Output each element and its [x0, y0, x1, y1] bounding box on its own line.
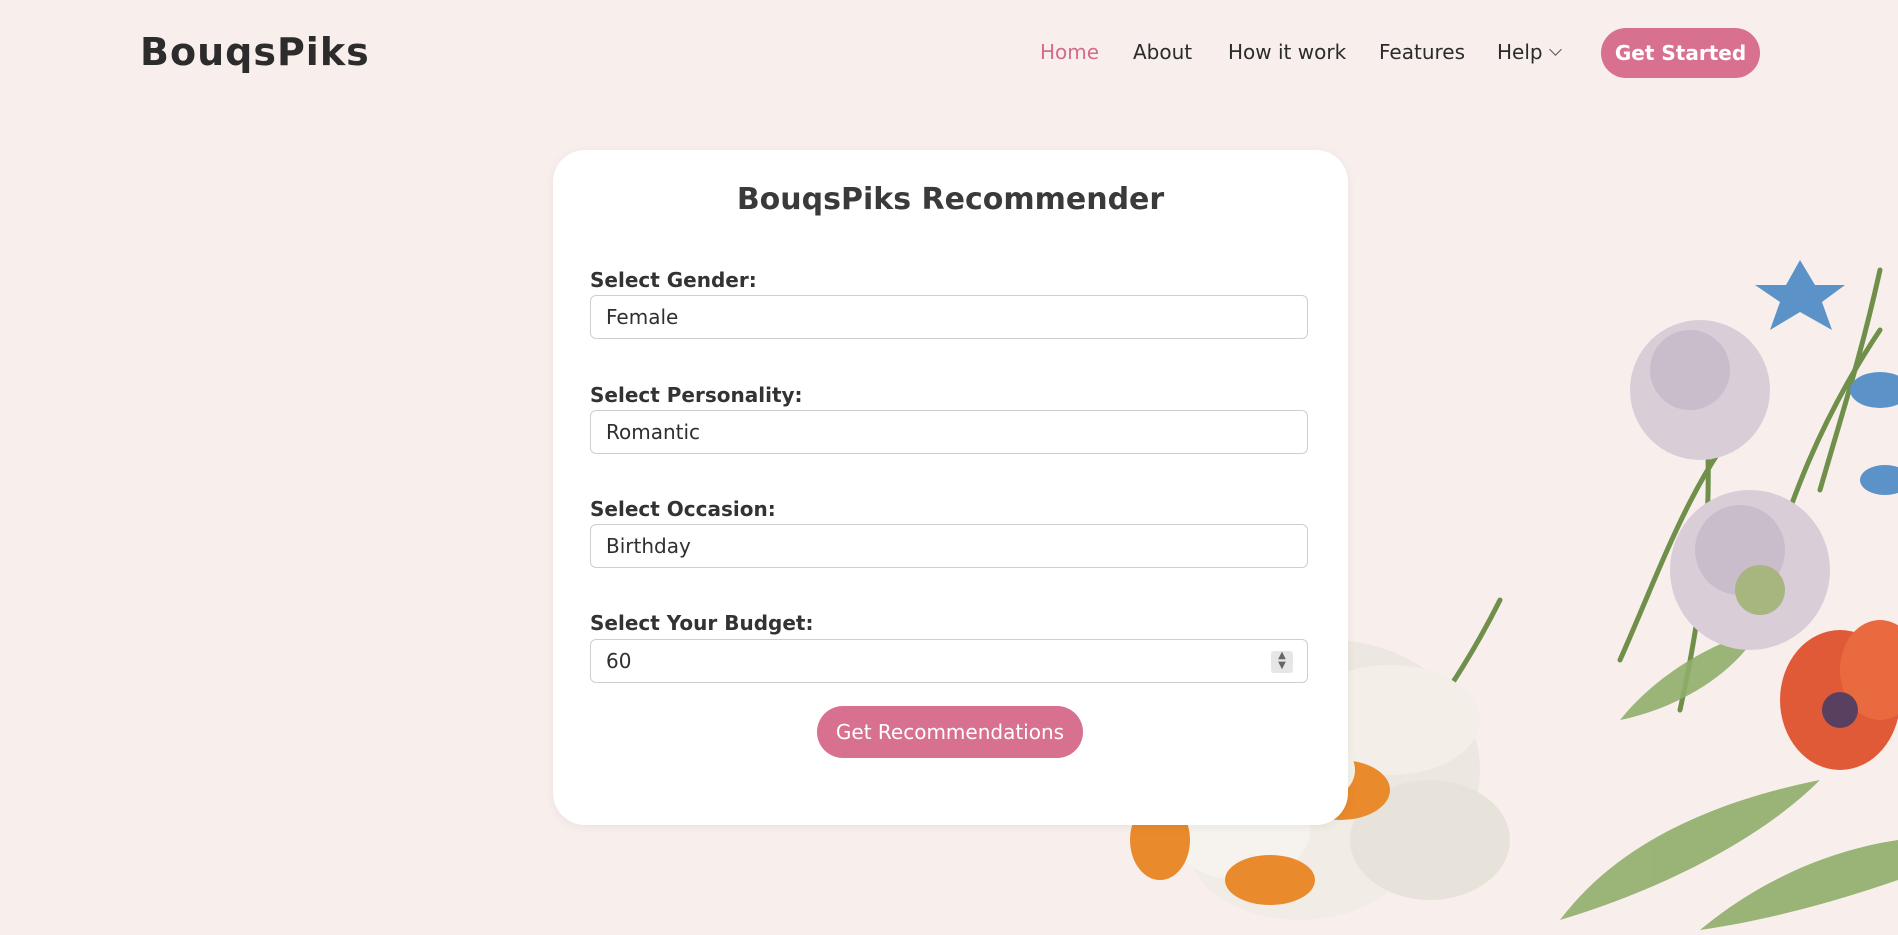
occasion-select[interactable]: Birthday — [590, 524, 1308, 568]
nav-features[interactable]: Features — [1379, 40, 1465, 64]
gender-select[interactable]: Female — [590, 295, 1308, 339]
number-stepper-icon[interactable]: ▲ ▼ — [1271, 651, 1293, 673]
occasion-label: Select Occasion: — [590, 497, 776, 521]
budget-label: Select Your Budget: — [590, 611, 814, 635]
get-recommendations-button[interactable]: Get Recommendations — [817, 706, 1083, 758]
gender-label: Select Gender: — [590, 268, 757, 292]
get-started-button[interactable]: Get Started — [1601, 28, 1760, 78]
nav-help[interactable]: Help — [1497, 40, 1562, 64]
chevron-down-icon — [1548, 43, 1562, 56]
nav-help-label: Help — [1497, 40, 1543, 64]
nav-about[interactable]: About — [1133, 40, 1192, 64]
card-title: BouqsPiks Recommender — [736, 182, 1165, 217]
site-header: BouqsPiks Home About How it work Feature… — [0, 0, 1898, 105]
nav-how-it-work[interactable]: How it work — [1228, 40, 1346, 64]
nav-home[interactable]: Home — [1040, 40, 1099, 64]
brand-logo[interactable]: BouqsPiks — [140, 30, 370, 74]
budget-value: 60 — [606, 649, 632, 673]
recommender-card: BouqsPiks Recommender Select Gender: Fem… — [553, 150, 1348, 825]
budget-input[interactable]: 60 ▲ ▼ — [590, 639, 1308, 683]
personality-label: Select Personality: — [590, 383, 803, 407]
personality-select[interactable]: Romantic — [590, 410, 1308, 454]
